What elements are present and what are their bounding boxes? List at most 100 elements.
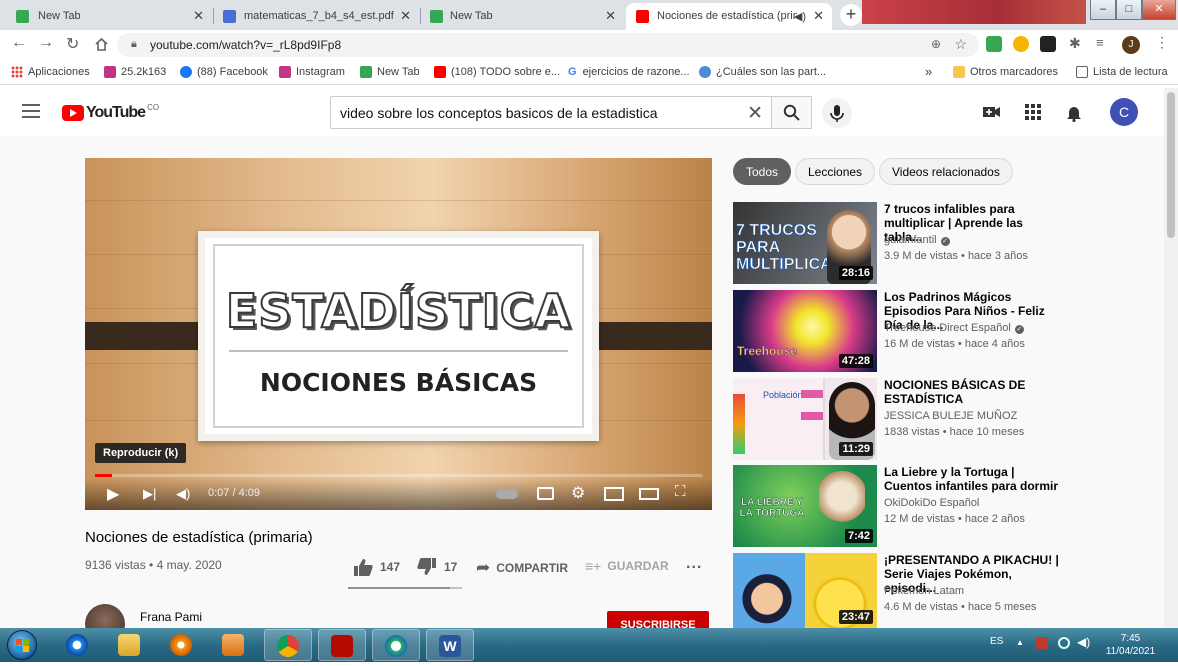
video-thumbnail[interactable]: 23:47	[733, 553, 877, 628]
lock-icon[interactable]: 🔒︎	[131, 38, 137, 51]
search-button[interactable]	[771, 96, 812, 129]
media-control-icon[interactable]: ≡	[1096, 35, 1104, 50]
close-tab-icon[interactable]: ✕	[400, 8, 411, 24]
tab-1[interactable]: New Tab ✕	[0, 3, 212, 30]
tray-flag-icon[interactable]	[1036, 637, 1048, 649]
recommendation-item[interactable]: Treehouse 47:28 Los Padrinos Mágicos Epi…	[733, 290, 1063, 372]
create-video-icon[interactable]	[983, 104, 1001, 120]
bookmark-youtube[interactable]: (108) TODO sobre e...	[434, 66, 560, 78]
input-language[interactable]: ES	[990, 636, 1003, 647]
taskbar-app-circle[interactable]	[372, 629, 420, 661]
channel-name[interactable]: Frana Pami	[140, 610, 202, 624]
chip-todos[interactable]: Todos	[733, 158, 792, 185]
recommendation-title[interactable]: La Liebre y la Tortuga | Cuentos infanti…	[884, 465, 1064, 493]
scrollbar-thumb[interactable]	[1167, 92, 1175, 238]
tray-network-icon[interactable]	[1058, 637, 1070, 649]
tab-3[interactable]: New Tab ✕	[420, 3, 624, 30]
back-icon[interactable]: ←	[11, 34, 27, 52]
apps-icon[interactable]	[1025, 104, 1041, 120]
progress-bar[interactable]	[95, 474, 702, 477]
chip-lecciones[interactable]: Lecciones	[795, 158, 876, 185]
reload-icon[interactable]: ↻	[66, 34, 79, 54]
tab-active[interactable]: Nociones de estadística (prim ◀) ✕	[626, 3, 832, 30]
taskbar-clock[interactable]: 7:45 11/04/2021	[1103, 632, 1158, 658]
taskbar-internet-explorer[interactable]	[54, 629, 102, 661]
miniplayer-icon[interactable]	[604, 487, 624, 501]
menu-icon[interactable]	[22, 104, 40, 118]
recommendation-channel[interactable]: guiainfantil ✓	[884, 234, 950, 246]
new-tab-button[interactable]: +	[840, 4, 862, 26]
extension-newtab-icon[interactable]	[986, 36, 1002, 52]
dislike-button[interactable]: 17	[417, 558, 457, 576]
close-window-button[interactable]: ✕	[1142, 0, 1176, 20]
video-thumbnail[interactable]: LA LIEBRE Y LA TORTUGA 7:42	[733, 465, 877, 547]
bookmark-partes[interactable]: ¿Cuáles son las part...	[699, 66, 826, 78]
start-button[interactable]	[7, 630, 37, 660]
close-tab-icon[interactable]: ✕	[813, 8, 824, 24]
recommendation-channel[interactable]: JESSICA BULEJE MUÑOZ	[884, 410, 1017, 422]
close-tab-icon[interactable]: ✕	[605, 8, 616, 24]
settings-gear-icon[interactable]: ⚙	[571, 483, 585, 503]
clear-search-icon[interactable]: ✕	[747, 102, 763, 125]
bookmark-facebook[interactable]: (88) Facebook	[180, 66, 268, 78]
like-button[interactable]: 147	[353, 558, 400, 576]
play-icon[interactable]: ▶	[107, 484, 119, 504]
chip-videos-relacionados[interactable]: Videos relacionados	[879, 158, 1013, 185]
install-app-icon[interactable]: ⊕	[931, 37, 941, 51]
save-button[interactable]: ≡+ GUARDAR	[585, 558, 669, 574]
maximize-button[interactable]: □	[1116, 0, 1142, 20]
search-query[interactable]: video sobre los conceptos basicos de la …	[340, 105, 658, 121]
taskbar-word[interactable]: W	[426, 629, 474, 661]
recommendation-channel[interactable]: Pokémon Latam	[884, 585, 964, 597]
other-bookmarks[interactable]: Otros marcadores	[953, 66, 1058, 78]
taskbar-file-explorer[interactable]	[106, 629, 154, 661]
tab-2[interactable]: matematicas_7_b4_s4_est.pdf ✕	[213, 3, 419, 30]
close-tab-icon[interactable]: ✕	[193, 8, 204, 24]
url-text[interactable]: youtube.com/watch?v=_rL8pd9IFp8	[150, 38, 341, 52]
video-thumbnail[interactable]: 7 TRUCOS PARA MULTIPLICAR 28:16	[733, 202, 877, 284]
more-actions-button[interactable]: ...	[686, 555, 702, 573]
autoplay-toggle-icon[interactable]	[496, 489, 518, 499]
recommendation-channel[interactable]: Treehouse Direct Español ✓	[884, 322, 1024, 334]
video-thumbnail[interactable]: Población 11:29	[733, 378, 877, 460]
minimize-button[interactable]: –	[1090, 0, 1116, 20]
bookmark-newtab[interactable]: New Tab	[360, 66, 420, 78]
extension-crown-icon[interactable]	[1040, 36, 1056, 52]
reading-list[interactable]: Lista de lectura	[1076, 66, 1168, 78]
show-hidden-icons[interactable]: ▲	[1016, 638, 1024, 647]
forward-icon[interactable]: →	[38, 34, 54, 52]
bookmarks-overflow[interactable]: »	[925, 64, 932, 79]
recommendation-item[interactable]: Población 11:29 NOCIONES BÁSICAS DE ESTA…	[733, 378, 1063, 460]
profile-avatar[interactable]: J	[1122, 36, 1140, 54]
video-player[interactable]: ESTADÍSTICA NOCIONES BÁSICAS Reproducir …	[85, 158, 712, 510]
address-bar[interactable]: 🔒︎ youtube.com/watch?v=_rL8pd9IFp8 ⊕ ☆	[117, 33, 979, 57]
youtube-logo[interactable]: YouTube CO	[62, 103, 159, 122]
recommendation-channel[interactable]: OkiDokiDo Español	[884, 497, 979, 509]
tray-volume-icon[interactable]: ◀)	[1077, 635, 1090, 649]
recommendation-item[interactable]: 7 TRUCOS PARA MULTIPLICAR 28:16 7 trucos…	[733, 202, 1063, 284]
extensions-puzzle-icon[interactable]: ✱	[1069, 35, 1081, 52]
taskbar-acrobat[interactable]	[318, 629, 366, 661]
fullscreen-icon[interactable]: ⛶	[675, 483, 686, 500]
search-input[interactable]: video sobre los conceptos basicos de la …	[330, 96, 772, 129]
taskbar-media-player[interactable]	[210, 629, 258, 661]
bookmark-star-icon[interactable]: ☆	[954, 36, 967, 53]
bookmark-apps[interactable]: Aplicaciones	[11, 66, 90, 78]
bookmark-google[interactable]: G ejercicios de razone...	[568, 66, 690, 78]
recommendation-item[interactable]: LA LIEBRE Y LA TORTUGA 7:42 La Liebre y …	[733, 465, 1063, 547]
video-thumbnail[interactable]: Treehouse 47:28	[733, 290, 877, 372]
taskbar-chrome[interactable]	[264, 629, 312, 661]
browser-menu-icon[interactable]: ⋮	[1155, 34, 1169, 51]
home-icon[interactable]	[94, 37, 109, 52]
subtitles-icon[interactable]	[537, 487, 554, 500]
next-icon[interactable]: ▶|	[143, 486, 156, 502]
volume-icon[interactable]: ◀)	[176, 486, 190, 502]
page-scrollbar[interactable]	[1164, 88, 1178, 628]
taskbar-app-orange[interactable]	[158, 629, 206, 661]
theater-mode-icon[interactable]	[639, 488, 659, 500]
audio-playing-icon[interactable]: ◀)	[794, 10, 806, 23]
recommendation-item[interactable]: 23:47 ¡PRESENTANDO A PIKACHU! | Serie Vi…	[733, 553, 1063, 628]
extension-flower-icon[interactable]	[1013, 36, 1029, 52]
share-button[interactable]: ➦ COMPARTIR	[476, 558, 568, 578]
voice-search-button[interactable]	[822, 98, 852, 128]
